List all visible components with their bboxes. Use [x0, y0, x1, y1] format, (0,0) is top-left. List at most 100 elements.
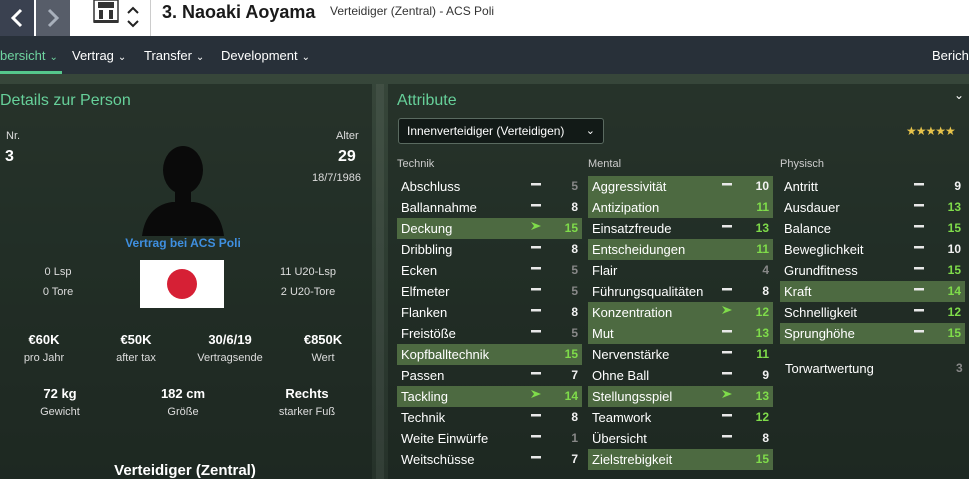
club-crest-icon[interactable]: [90, 0, 122, 24]
attribute-value: 12: [755, 410, 769, 424]
menu-vertrag[interactable]: Vertrag ⌄: [72, 48, 126, 63]
attributes-title: Attribute: [397, 92, 457, 109]
attribute-row[interactable]: Dribbling 8: [397, 239, 582, 260]
attribute-row[interactable]: Ecken 5: [397, 260, 582, 281]
attribute-row[interactable]: Konzentration 12: [588, 302, 773, 323]
attribute-row[interactable]: Tackling 14: [397, 386, 582, 407]
attribute-name: Grundfitness: [784, 263, 858, 278]
attribute-row[interactable]: Grundfitness 15: [780, 260, 965, 281]
club-switch-toggle[interactable]: [122, 2, 144, 34]
attribute-row[interactable]: Freistöße 5: [397, 323, 582, 344]
attribute-value: 8: [762, 284, 769, 298]
attribute-value: 1: [571, 431, 578, 445]
player-age: 29: [338, 148, 356, 165]
attribute-row[interactable]: Balance 15: [780, 218, 965, 239]
attribute-row[interactable]: Ohne Ball 9: [588, 365, 773, 386]
role-select-value: Innenverteidiger (Verteidigen): [407, 124, 565, 138]
trend-flat-icon: [530, 366, 542, 383]
chevron-down-icon: ⌄: [585, 125, 595, 137]
attribute-row[interactable]: Aggressivität 10: [588, 176, 773, 197]
attribute-name: Ecken: [401, 263, 438, 278]
attribute-row[interactable]: Weitschüsse 7: [397, 449, 582, 470]
chevron-down-icon: ⌄: [301, 52, 310, 63]
attribute-row[interactable]: Zielstrebigkeit 15: [588, 449, 773, 470]
trend-flat-icon: [530, 303, 542, 320]
attribute-row[interactable]: Übersicht 8: [588, 428, 773, 449]
attribute-row[interactable]: Flair 4: [588, 260, 773, 281]
attribute-row[interactable]: Einsatzfreude 13: [588, 218, 773, 239]
attribute-row[interactable]: Beweglichkeit 10: [780, 239, 965, 260]
attribute-value: 9: [954, 179, 961, 193]
u20-goals: 2 U20-Tore: [280, 286, 336, 298]
menu-uebersicht[interactable]: bersicht ⌄: [0, 48, 58, 63]
attribute-row[interactable]: Antritt 9: [780, 176, 965, 197]
player-subtitle: Verteidiger (Zentral) - ACS Poli: [330, 4, 495, 18]
age-label: Alter: [336, 130, 359, 142]
attribute-name: Teamwork: [592, 410, 652, 425]
attribute-row[interactable]: Ausdauer 13: [780, 197, 965, 218]
trend-flat-icon: [721, 366, 733, 383]
chevron-down-icon: ⌄: [49, 52, 58, 63]
japan-flag-icon[interactable]: [140, 260, 224, 308]
attribute-name: Führungsqualitäten: [592, 284, 704, 299]
attribute-row[interactable]: Flanken 8: [397, 302, 582, 323]
menu-vertrag-label: Vertrag: [72, 48, 114, 63]
attribute-name: Passen: [401, 368, 445, 383]
attribute-name: Schnelligkeit: [784, 305, 857, 320]
attribute-row[interactable]: Abschluss 5: [397, 176, 582, 197]
attribute-row[interactable]: Stellungsspiel 13: [588, 386, 773, 407]
rating-stars-icon: ★★★★★: [906, 124, 956, 138]
trend-flat-icon: [913, 219, 925, 236]
physisch-column: Antritt 9 Ausdauer 13 Balance 15 Beweglichkeit…: [780, 176, 965, 344]
trend-flat-icon: [721, 177, 733, 194]
attribute-row[interactable]: Teamwork 12: [588, 407, 773, 428]
contract-link[interactable]: Vertrag bei ACS Poli: [90, 236, 276, 250]
menu-transfer-label: Transfer: [144, 48, 192, 63]
attribute-name: Kraft: [784, 284, 812, 299]
attribute-row[interactable]: Deckung 15: [397, 218, 582, 239]
attribute-value: 15: [947, 263, 961, 277]
attribute-row[interactable]: Kraft 14: [780, 281, 965, 302]
role-select[interactable]: Innenverteidiger (Verteidigen) ⌄: [398, 118, 604, 144]
attribute-row[interactable]: Führungsqualitäten 8: [588, 281, 773, 302]
attribute-name: Nervenstärke: [592, 347, 670, 362]
attribute-row[interactable]: Passen 7: [397, 365, 582, 386]
menu-development[interactable]: Development ⌄: [221, 48, 310, 63]
trend-flat-icon: [913, 324, 925, 341]
attribute-row[interactable]: Elfmeter 5: [397, 281, 582, 302]
attribute-row[interactable]: Weite Einwürfe 1: [397, 428, 582, 449]
trend-flat-icon: [721, 324, 733, 341]
attribute-row[interactable]: Sprunghöhe 15: [780, 323, 965, 344]
attribute-row[interactable]: Antizipation 11: [588, 197, 773, 218]
flag-dot: [167, 269, 197, 299]
trend-flat-icon: [721, 219, 733, 236]
foot-label: starker Fuß: [278, 406, 336, 418]
attribute-row[interactable]: Kopfballtechnik 15: [397, 344, 582, 365]
attribute-name: Technik: [401, 410, 446, 425]
physisch-heading: Physisch: [780, 158, 825, 170]
weight-value: 72 kg: [43, 386, 77, 401]
attribute-name: Übersicht: [592, 431, 647, 446]
trend-flat-icon: [721, 282, 733, 299]
content-area: Details zur Person Nr. 3 Alter 29 18/7/1…: [0, 74, 969, 479]
contract-end-value: 30/6/19: [208, 332, 252, 347]
trend-flat-icon: [530, 198, 542, 215]
attribute-row[interactable]: Nervenstärke 11: [588, 344, 773, 365]
attribute-row[interactable]: Ballannahme 8: [397, 197, 582, 218]
collapse-chevron-icon[interactable]: ⌄: [954, 88, 964, 102]
back-button[interactable]: [0, 0, 34, 36]
menu-transfer[interactable]: Transfer ⌄: [144, 48, 204, 63]
trend-up-icon: [721, 387, 733, 404]
attribute-name: Aggressivität: [592, 179, 667, 194]
attribute-row[interactable]: Schnelligkeit 12: [780, 302, 965, 323]
attribute-row[interactable]: Entscheidungen 11: [588, 239, 773, 260]
forward-button[interactable]: [36, 0, 70, 36]
attribute-row[interactable]: Mut 13: [588, 323, 773, 344]
attribute-row[interactable]: Technik 8: [397, 407, 582, 428]
attribute-name: Abschluss: [401, 179, 461, 194]
trend-flat-icon: [913, 240, 925, 257]
menu-bericht[interactable]: Bericht: [932, 48, 969, 63]
attribute-value: 15: [755, 452, 769, 466]
menu-development-label: Development: [221, 48, 298, 63]
attribute-name: Weite Einwürfe: [401, 431, 489, 446]
